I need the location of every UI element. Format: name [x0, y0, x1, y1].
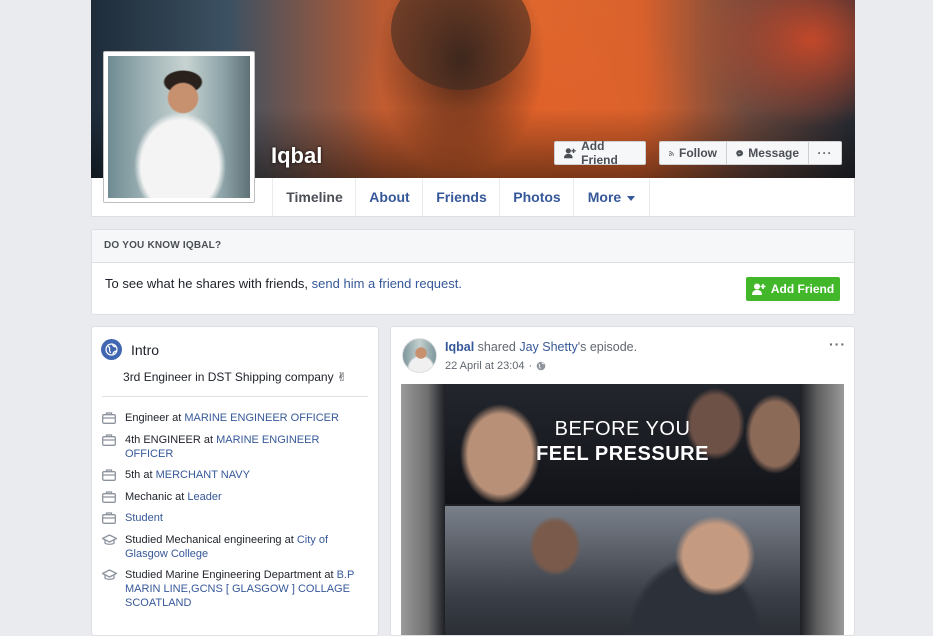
intro-item-link[interactable]: MARINE ENGINEER OFFICER	[184, 412, 339, 424]
intro-item: 5th at MERCHANT NAVY	[101, 468, 367, 482]
tab-more[interactable]: More	[573, 178, 650, 216]
post-suffix-text: 's episode.	[577, 340, 638, 354]
profile-name[interactable]: Iqbal	[271, 143, 322, 169]
intro-item-text: Studied Marine Engineering Department at…	[125, 568, 367, 610]
message-button[interactable]: Message	[726, 141, 808, 165]
intro-item-link[interactable]: Student	[125, 512, 163, 524]
video-frame-bottom	[445, 506, 800, 635]
add-friend-button[interactable]: Add Friend	[554, 139, 646, 167]
intro-item-prefix: Studied Mechanical engineering at	[125, 533, 297, 546]
graduation-cap-icon	[101, 568, 117, 582]
cover-photo-figure	[391, 0, 531, 90]
video-caption: BEFORE YOU FEEL PRESSURE	[445, 417, 800, 467]
intro-item-prefix: 5th at	[125, 469, 156, 481]
intro-title-row: Intro	[101, 339, 159, 360]
tab-photos[interactable]: Photos	[499, 178, 574, 216]
intro-item-link[interactable]: Leader	[187, 491, 221, 503]
post-action-text: shared	[474, 340, 520, 354]
intro-item: Studied Mechanical engineering at City o…	[101, 533, 367, 561]
tab-more-label: More	[587, 189, 622, 205]
chevron-down-icon	[627, 195, 636, 201]
intro-item-text: Student	[125, 511, 163, 525]
post-date[interactable]: 22 April at 23:04	[445, 360, 525, 372]
post-author-avatar[interactable]	[402, 338, 437, 373]
intro-item-text: 4th ENGINEER at MARINE ENGINEER OFFICER	[125, 433, 367, 461]
tab-about[interactable]: About	[355, 178, 423, 216]
post-meta-separator: ·	[528, 360, 533, 372]
rss-icon	[669, 150, 674, 156]
send-friend-request-link[interactable]: send him a friend request.	[312, 276, 462, 291]
intro-item: Engineer at MARINE ENGINEER OFFICER	[101, 411, 367, 425]
intro-item: Studied Marine Engineering Department at…	[101, 568, 367, 610]
profile-picture[interactable]	[103, 51, 255, 203]
intro-item-text: Studied Mechanical engineering at City o…	[125, 533, 367, 561]
video-caption-line2: FEEL PRESSURE	[536, 443, 709, 465]
add-friend-green-button[interactable]: Add Friend	[746, 277, 840, 301]
intro-list: Engineer at MARINE ENGINEER OFFICER 4th E…	[101, 411, 367, 618]
intro-card: Intro 3rd Engineer in DST Shipping compa…	[91, 326, 379, 636]
more-dots-icon: ···	[817, 146, 833, 160]
intro-item-prefix: Studied Marine Engineering Department at	[125, 569, 337, 581]
intro-item-prefix: Engineer at	[125, 412, 185, 424]
briefcase-icon	[101, 511, 117, 525]
globe-icon	[101, 339, 122, 360]
do-you-know-text: To see what he shares with friends, send…	[105, 276, 462, 291]
intro-item: Student	[101, 511, 367, 525]
post-header: Iqbal shared Jay Shetty's episode.	[445, 340, 637, 354]
post-page-link[interactable]: Jay Shetty	[519, 340, 577, 354]
briefcase-icon	[101, 468, 117, 482]
add-friend-icon	[751, 283, 766, 295]
post-meta: 22 April at 23:04 ·	[445, 360, 546, 372]
intro-divider	[102, 396, 368, 397]
messenger-icon	[736, 149, 744, 157]
do-you-know-card: DO YOU KNOW IQBAL? To see what he shares…	[91, 229, 855, 315]
follow-button[interactable]: Follow	[659, 141, 726, 165]
intro-item-prefix: Mechanic at	[125, 490, 188, 503]
intro-item-text: 5th at MERCHANT NAVY	[125, 468, 250, 482]
intro-item-text: Engineer at MARINE ENGINEER OFFICER	[125, 411, 339, 425]
briefcase-icon	[101, 433, 117, 447]
intro-title: Intro	[131, 341, 160, 358]
intro-bio: 3rd Engineer in DST Shipping company ✌	[123, 370, 347, 384]
tab-friends[interactable]: Friends	[422, 178, 500, 216]
shared-video[interactable]: BEFORE YOU FEEL PRESSURE	[401, 384, 844, 635]
intro-item-link[interactable]: MERCHANT NAVY	[156, 469, 250, 481]
video-frame-top: BEFORE YOU FEEL PRESSURE	[445, 384, 800, 504]
do-you-know-prefix: To see what he shares with friends,	[105, 276, 312, 291]
briefcase-icon	[101, 490, 117, 504]
post-card: Iqbal shared Jay Shetty's episode. 22 Ap…	[390, 326, 855, 636]
do-you-know-header: DO YOU KNOW IQBAL?	[92, 230, 854, 263]
post-menu-icon[interactable]: ···	[829, 336, 846, 352]
graduation-cap-icon	[101, 533, 117, 547]
message-label: Message	[748, 146, 799, 160]
intro-item: 4th ENGINEER at MARINE ENGINEER OFFICER	[101, 433, 367, 461]
post-author-link[interactable]: Iqbal	[445, 340, 474, 354]
globe-icon	[536, 361, 546, 371]
briefcase-icon	[101, 411, 117, 425]
profile-picture-image	[108, 56, 250, 198]
video-caption-line1: BEFORE YOU	[554, 418, 691, 440]
intro-item: Mechanic at Leader	[101, 490, 367, 504]
follow-label: Follow	[679, 146, 717, 160]
intro-item-prefix: 4th ENGINEER at	[125, 433, 217, 446]
more-options-button[interactable]: ···	[808, 141, 842, 165]
add-friend-label: Add Friend	[581, 139, 618, 167]
tab-timeline[interactable]: Timeline	[272, 178, 356, 216]
intro-item-text: Mechanic at Leader	[125, 490, 222, 504]
add-friend-green-label: Add Friend	[770, 282, 835, 296]
add-friend-icon	[564, 148, 576, 159]
